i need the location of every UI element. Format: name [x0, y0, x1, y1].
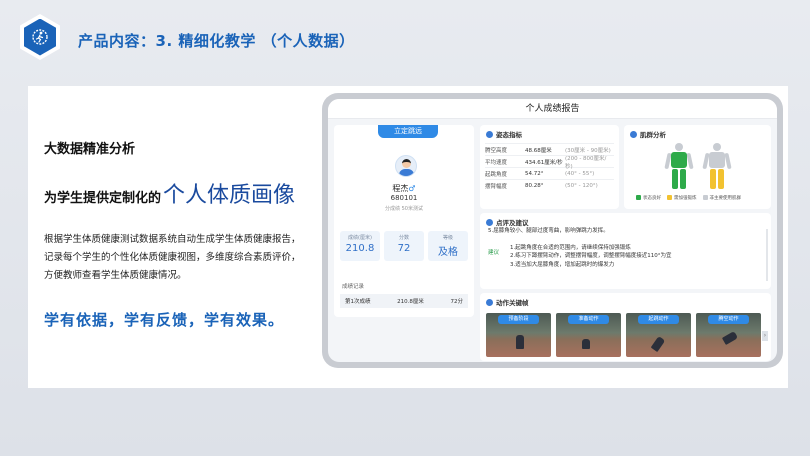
- suggestion-list: 1.起跳角度在合适的范围内，请继续保持加强锻炼 2.练习下蹲摆臂动作，调整摆臂幅…: [510, 244, 672, 269]
- stat-label: 成绩(厘米): [348, 235, 372, 241]
- avatar: [395, 155, 417, 177]
- muscle-legend: 状态良好 需加强锻炼 非主要使用肌群: [636, 195, 741, 201]
- metric-range: (30厘米 - 90厘米): [565, 147, 611, 154]
- card-title: 点评及建议: [496, 219, 529, 227]
- muscle-icon: [630, 130, 637, 138]
- stat-value: 210.8: [345, 243, 375, 254]
- metric-value: 80.28°: [525, 182, 544, 189]
- metric-range: (50° - 120°): [565, 182, 598, 189]
- metric-name: 起跳角度: [485, 171, 508, 178]
- video-icon: [486, 298, 493, 306]
- muscle-analysis-card: 肌群分析 状态良好 需加强锻炼 非主要使用肌群: [624, 125, 771, 209]
- test-item-badge[interactable]: 立定跳远: [378, 125, 438, 138]
- section-heading: 大数据精准分析: [44, 142, 136, 157]
- student-id: 680101: [390, 194, 418, 202]
- card-title: 动作关键帧: [496, 299, 529, 307]
- metric-value: 434.61厘米/秒: [524, 159, 563, 166]
- body-figure-front: [664, 143, 694, 189]
- stat-value: 及格: [438, 247, 458, 258]
- stat-points: 分数 72: [384, 231, 424, 261]
- description-paragraph: 根据学生体质健康测试数据系统自动生成学生体质健康报告， 记录每个学生的个性化体质…: [44, 231, 324, 285]
- subheading-prefix: 为学生提供定制化的: [44, 191, 162, 206]
- profile-meta: 分成绩 50米测试: [385, 206, 423, 212]
- suggestion-item: 3.适当加大屈膝角度，增加起跳时的爆发力: [510, 261, 615, 268]
- report-screen: 个人成绩报告 立定跳远 程杰♂ 680101 分成绩 50米测试 成绩(厘米) …: [328, 99, 777, 362]
- metric-value: 54.72°: [525, 170, 544, 177]
- stat-grade: 等级 及格: [428, 231, 468, 261]
- student-name: 程杰♂: [334, 183, 474, 194]
- stat-score-cm: 成绩(厘米) 210.8: [340, 231, 380, 261]
- card-title: 肌群分析: [640, 131, 666, 139]
- record-row[interactable]: 第1次成绩 210.8厘米 72分: [340, 294, 468, 308]
- record-score: 72分: [450, 299, 464, 305]
- stat-label: 等级: [442, 235, 453, 241]
- intro-column: 大数据精准分析 为学生提供定制化的 个人体质画像 根据学生体质健康测试数据系统自动…: [44, 138, 324, 330]
- suggestion-item: 1.起跳角度在合适的范围内，请继续保持加强锻炼: [510, 245, 631, 251]
- legend-item: 非主要使用肌群: [702, 195, 741, 201]
- student-name-text: 程杰: [392, 184, 409, 193]
- comment-scrollbar[interactable]: [766, 229, 768, 281]
- metric-range: (200 - 800厘米/秒): [564, 155, 607, 170]
- metric-name: 平均速度: [485, 159, 508, 166]
- stat-value: 72: [397, 243, 411, 254]
- legend-item: 需加强锻炼: [667, 195, 697, 201]
- comment-line: 5.屈膝角较小、腿部过度弯曲，影响弹跳力发挥。: [488, 228, 609, 234]
- card-header: 姿态指标: [480, 125, 619, 143]
- record-value: 210.8厘米: [397, 299, 424, 305]
- posture-icon: [486, 130, 493, 138]
- keyframe-thumbnail[interactable]: 预备阶段: [486, 313, 551, 357]
- suggestion-item: 2.练习下蹲摆臂动作，调整摆臂幅度，调整摆臂幅度接近110°为宜: [510, 253, 672, 260]
- card-header: 动作关键帧: [480, 293, 771, 311]
- record-label: 第1次成绩: [345, 299, 371, 305]
- section-subheading: 为学生提供定制化的 个人体质画像: [44, 177, 324, 209]
- body-figure-back: [702, 143, 732, 189]
- metric-name: 摆臂幅度: [485, 183, 508, 190]
- keyframe-caption: 准备动作: [568, 315, 609, 324]
- male-icon: ♂: [408, 184, 416, 193]
- posture-metrics-card: 姿态指标 腾空高度 48.68厘米 (30厘米 - 90厘米) 平均速度 434…: [480, 125, 619, 209]
- keyframe-caption: 起跳动作: [638, 315, 679, 324]
- metric-name: 腾空高度: [485, 147, 508, 154]
- comment-card: 点评及建议 5.屈膝角较小、腿部过度弯曲，影响弹跳力发挥。 建议 1.起跳角度在…: [480, 213, 771, 289]
- slide-title: 产品内容：3. 精细化教学 （个人数据）: [78, 32, 355, 50]
- keyframe-thumbnail[interactable]: 准备动作: [556, 313, 621, 357]
- comment-icon: [486, 218, 493, 226]
- keyframe-caption: 预备阶段: [498, 315, 539, 324]
- student-profile-card: 立定跳远 程杰♂ 680101 分成绩 50米测试 成绩(厘米) 210.8 分…: [334, 125, 474, 317]
- metric-range: (40° - 55°): [565, 170, 595, 177]
- report-title: 个人成绩报告: [328, 99, 777, 119]
- keyframe-thumbnail[interactable]: 腾空动作: [696, 313, 761, 357]
- metric-row: 摆臂幅度 80.28° (50° - 120°): [485, 179, 614, 191]
- description-line: 记录每个学生的个性化体质健康视图，多维度综合素质评价，: [44, 252, 301, 263]
- keyframe-thumbnail[interactable]: 起跳动作: [626, 313, 691, 357]
- card-title: 姿态指标: [496, 131, 522, 139]
- card-header: 肌群分析: [624, 125, 771, 143]
- slogan: 学有依据，学有反馈，学有效果。: [44, 311, 285, 329]
- legend-item: 状态良好: [636, 195, 661, 201]
- subheading-emphasis: 个人体质画像: [163, 183, 296, 208]
- description-line: 方便教师查看学生体质健康情况。: [44, 270, 187, 281]
- suggestion-tag: 建议: [488, 250, 500, 256]
- metric-row: 平均速度 434.61厘米/秒 (200 - 800厘米/秒): [485, 155, 614, 170]
- stat-label: 分数: [398, 235, 409, 241]
- tablet-mockup: 个人成绩报告 立定跳远 程杰♂ 680101 分成绩 50米测试 成绩(厘米) …: [322, 93, 783, 368]
- next-arrow-icon[interactable]: ›: [762, 331, 768, 341]
- record-title: 成绩记录: [342, 284, 365, 290]
- keyframe-caption: 腾空动作: [708, 315, 749, 324]
- keyframes-card: 动作关键帧 预备阶段 准备动作 起跳动作 腾空动作 ›: [480, 293, 771, 361]
- description-line: 根据学生体质健康测试数据系统自动生成学生体质健康报告，: [44, 234, 301, 245]
- metric-value: 48.68厘米: [525, 147, 552, 154]
- runner-gear-icon: [32, 29, 48, 45]
